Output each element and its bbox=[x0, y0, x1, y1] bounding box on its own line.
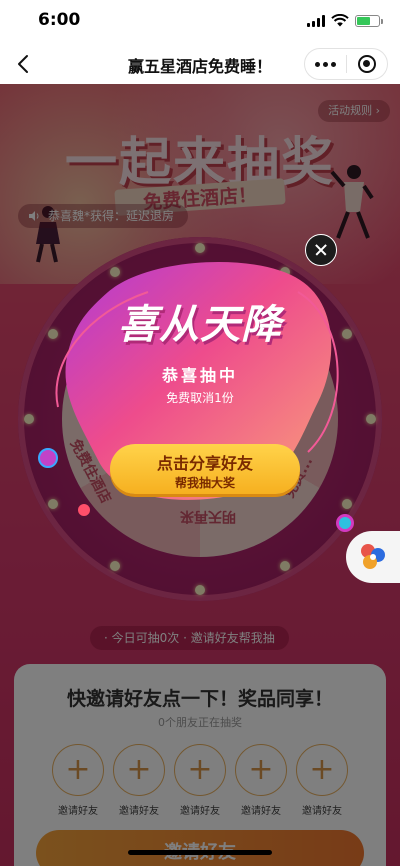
status-icons bbox=[307, 14, 383, 27]
side-float-button[interactable] bbox=[346, 531, 400, 583]
prize-modal: 喜从天降 恭喜抽中 免费取消1份 点击分享好友 帮我抽大奖 bbox=[38, 252, 362, 532]
close-mini-program-icon[interactable] bbox=[347, 49, 387, 79]
more-icon[interactable] bbox=[305, 49, 346, 79]
nav-bar: 赢五星酒店免费睡！ bbox=[0, 44, 400, 84]
pinwheel-icon bbox=[361, 544, 385, 569]
share-button-sublabel: 帮我抽大奖 bbox=[174, 476, 235, 490]
modal-close-icon[interactable] bbox=[305, 234, 337, 266]
decor-orb bbox=[336, 514, 354, 532]
status-time: 6:00 bbox=[38, 10, 81, 30]
modal-prize-text: 免费取消1份 bbox=[166, 391, 234, 405]
modal-title: 喜从天降 bbox=[118, 302, 282, 348]
home-indicator bbox=[128, 850, 272, 855]
share-button-label: 点击分享好友 bbox=[156, 454, 253, 473]
lottery-page: 活动规则 › 一起来抽奖 免费住酒店！ 恭喜魏*获得：延迟退房 明天再来 bbox=[0, 84, 400, 866]
decor-orb bbox=[38, 448, 58, 468]
modal-subtitle: 恭喜抽中 bbox=[161, 366, 238, 385]
signal-icon bbox=[307, 14, 325, 27]
share-to-friends-button[interactable]: 点击分享好友 帮我抽大奖 bbox=[110, 444, 300, 494]
wifi-icon bbox=[331, 14, 349, 27]
mini-program-capsule bbox=[304, 48, 388, 80]
battery-icon bbox=[355, 14, 383, 27]
status-bar: 6:00 bbox=[0, 0, 400, 44]
decor-orb bbox=[78, 504, 90, 516]
